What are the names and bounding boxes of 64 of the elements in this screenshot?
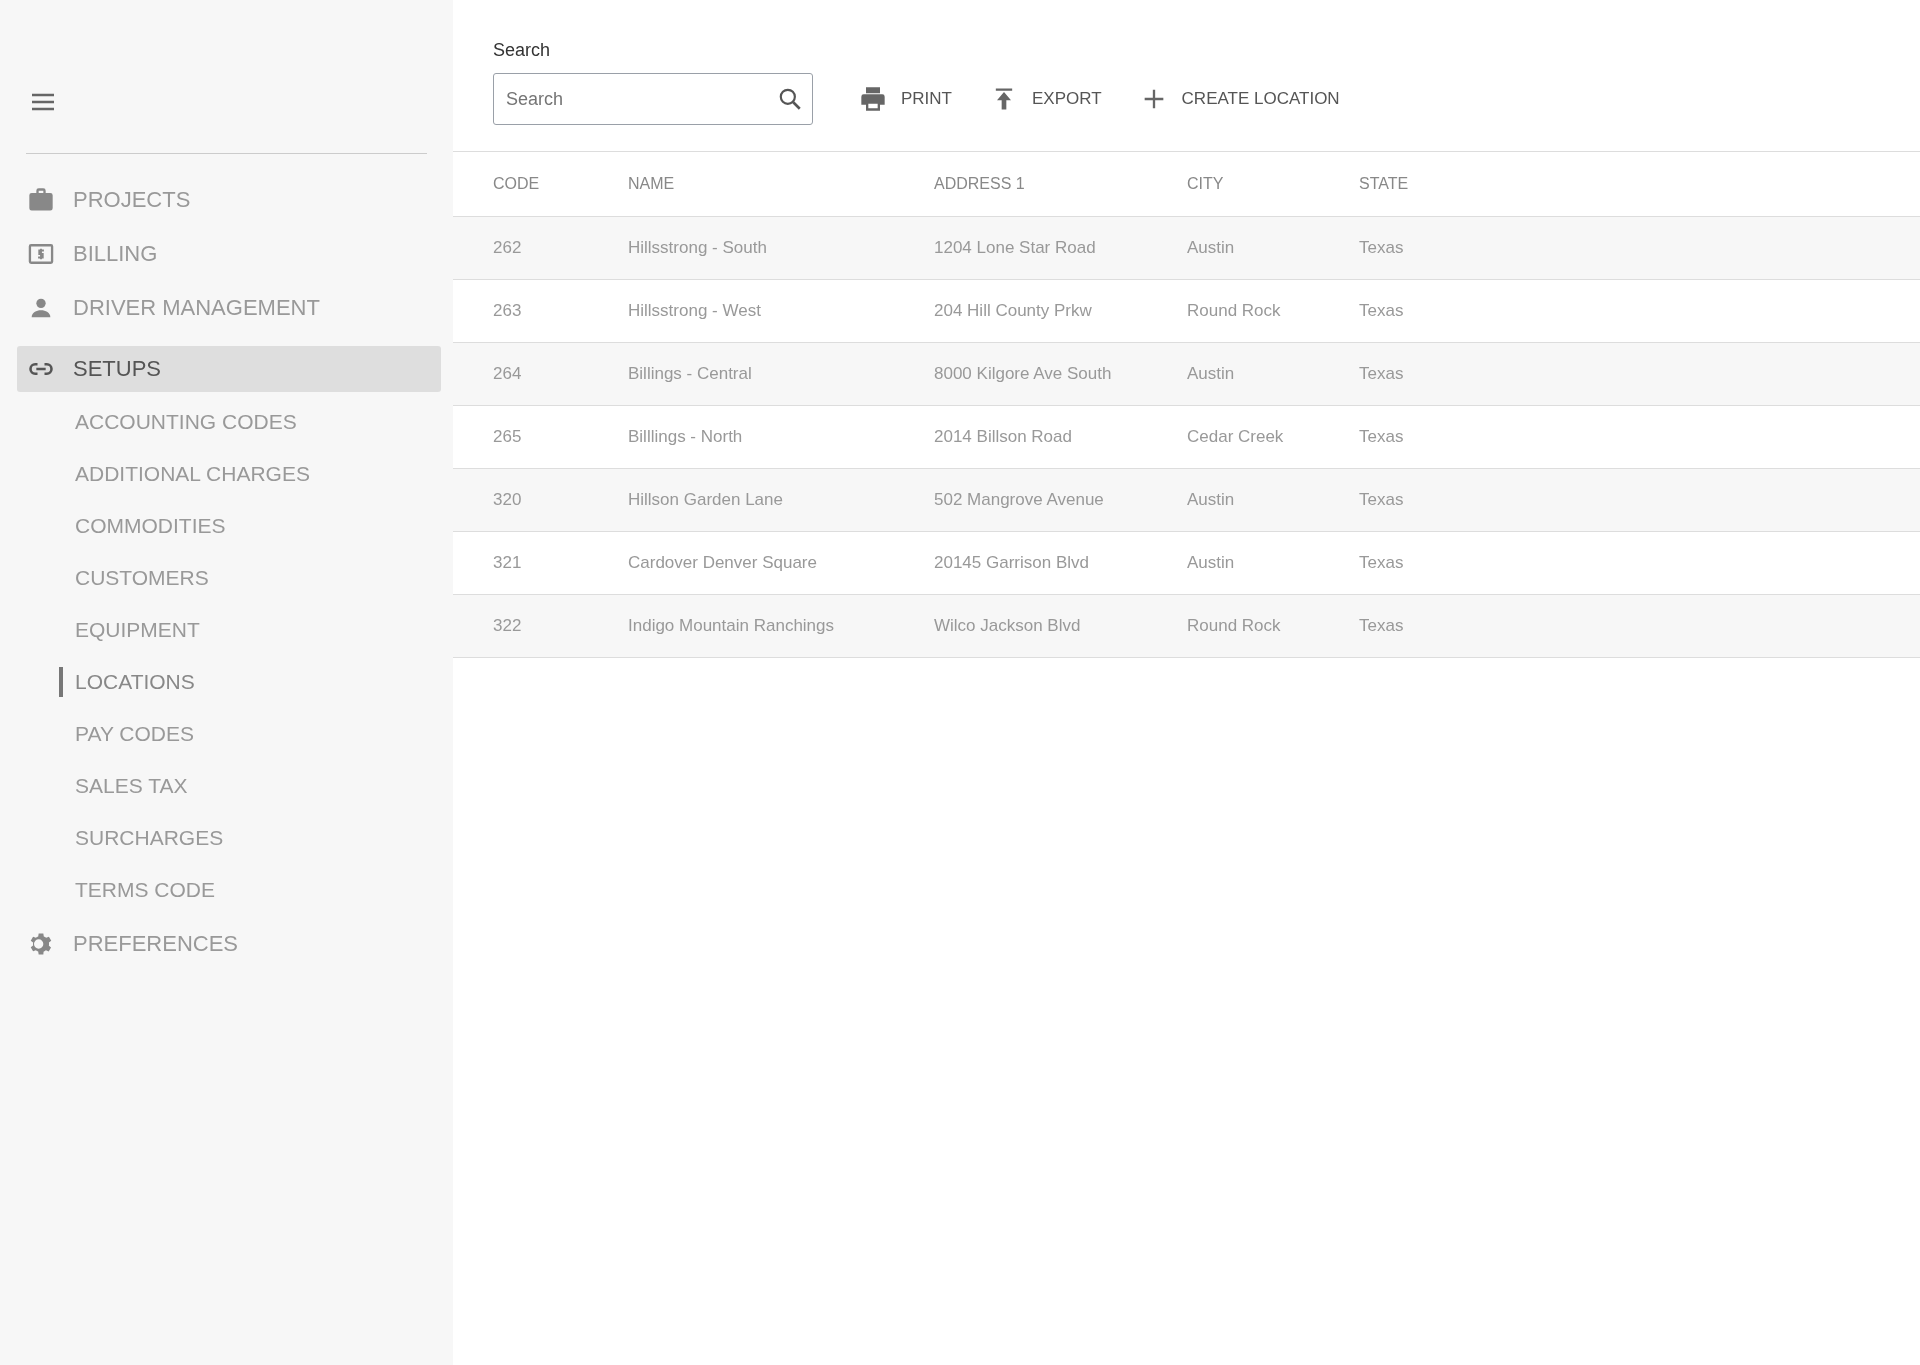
table-cell-text: Texas — [1359, 427, 1405, 447]
table-cell-text: Billings - Central — [628, 364, 753, 384]
table-cell-text: Hillsstrong - West — [628, 301, 762, 321]
nav-subitem[interactable]: ADDITIONAL CHARGES — [59, 459, 310, 489]
table-cell-text: 263 — [493, 301, 523, 321]
table-cell-text: Indigo Mountain Ranchings — [628, 616, 836, 636]
table-cell-text: 265 — [493, 427, 523, 447]
table-cell-text: Wilco Jackson Blvd — [934, 616, 1082, 636]
search-field[interactable]: Search — [493, 73, 813, 125]
table-cell-text: 2014 Billson Road — [934, 427, 1073, 447]
table-cell-text: 204 Hill County Prkw — [934, 301, 1093, 321]
table-cell-text: Hillson Garden Lane — [628, 490, 784, 510]
nav-subitem[interactable]: SURCHARGES — [59, 823, 224, 853]
table-cell-text: Billlings - North — [628, 427, 744, 447]
print-button[interactable]: PRINT — [855, 73, 956, 125]
nav-subitem[interactable]: EQUIPMENT — [59, 615, 200, 645]
table-cell-text: Round Rock — [1187, 616, 1282, 636]
briefcase-icon — [27, 186, 55, 214]
table-cell-text: Texas — [1359, 364, 1405, 384]
nav-subitem[interactable]: PAY CODES — [59, 719, 195, 749]
table-cell-text: Round Rock — [1187, 301, 1282, 321]
nav-item[interactable]: BILLING — [17, 230, 441, 278]
column-header: STATE — [1359, 175, 1410, 193]
table-cell-text: Cardover Denver Square — [628, 553, 818, 573]
search-label: Search — [493, 40, 551, 61]
column-header: CODE — [493, 175, 541, 193]
table-cell-text: Austin — [1187, 490, 1236, 510]
table-cell-text: 20145 Garrison Blvd — [934, 553, 1090, 573]
table-cell-text: 262 — [493, 238, 523, 258]
nav-item[interactable]: PROJECTS — [17, 176, 441, 224]
table-cell-text: Austin — [1187, 364, 1236, 384]
search-icon — [777, 86, 803, 112]
nav-item[interactable]: DRIVER MANAGEMENT — [17, 284, 441, 332]
table-cell-text: Texas — [1359, 301, 1405, 321]
nav-subitem[interactable]: LOCATIONS — [59, 667, 195, 697]
nav-item[interactable]: SETUPS — [17, 346, 441, 392]
nav-subitem[interactable]: CUSTOMERS — [59, 563, 209, 593]
export-button[interactable]: EXPORT — [986, 73, 1106, 125]
table-cell-text: 502 Mangrove Avenue — [934, 490, 1105, 510]
table-cell-text: 8000 Kilgore Ave South — [934, 364, 1113, 384]
column-header: CITY — [1187, 175, 1225, 193]
table-cell-text: Texas — [1359, 238, 1405, 258]
table-cell-text: 1204 Lone Star Road — [934, 238, 1097, 258]
table-cell-text: 320 — [493, 490, 523, 510]
printer-icon — [859, 85, 887, 113]
menu-icon — [30, 92, 56, 112]
table-cell-text: 322 — [493, 616, 523, 636]
table-cell-text: Texas — [1359, 490, 1405, 510]
table-cell-text: Austin — [1187, 553, 1236, 573]
table-cell-text: Hillsstrong - South — [628, 238, 768, 258]
create-button[interactable]: CREATE LOCATION — [1135, 73, 1344, 125]
nav-item[interactable]: PREFERENCES — [17, 920, 441, 968]
table-cell-text: Texas — [1359, 553, 1405, 573]
table-cell-text: Cedar Creek — [1187, 427, 1285, 447]
column-header: NAME — [628, 175, 676, 193]
nav-subitem[interactable]: TERMS CODE — [59, 875, 215, 905]
nav-subitem[interactable]: ACCOUNTING CODES — [59, 407, 297, 437]
nav-subitem[interactable]: SALES TAX — [59, 771, 188, 801]
table-cell-text: 264 — [493, 364, 523, 384]
column-header: ADDRESS 1 — [934, 175, 1026, 193]
table-cell-text: 321 — [493, 553, 523, 573]
table-cell-text: Austin — [1187, 238, 1236, 258]
nav-subitem[interactable]: COMMODITIES — [59, 511, 226, 541]
table-cell-text: Texas — [1359, 616, 1405, 636]
